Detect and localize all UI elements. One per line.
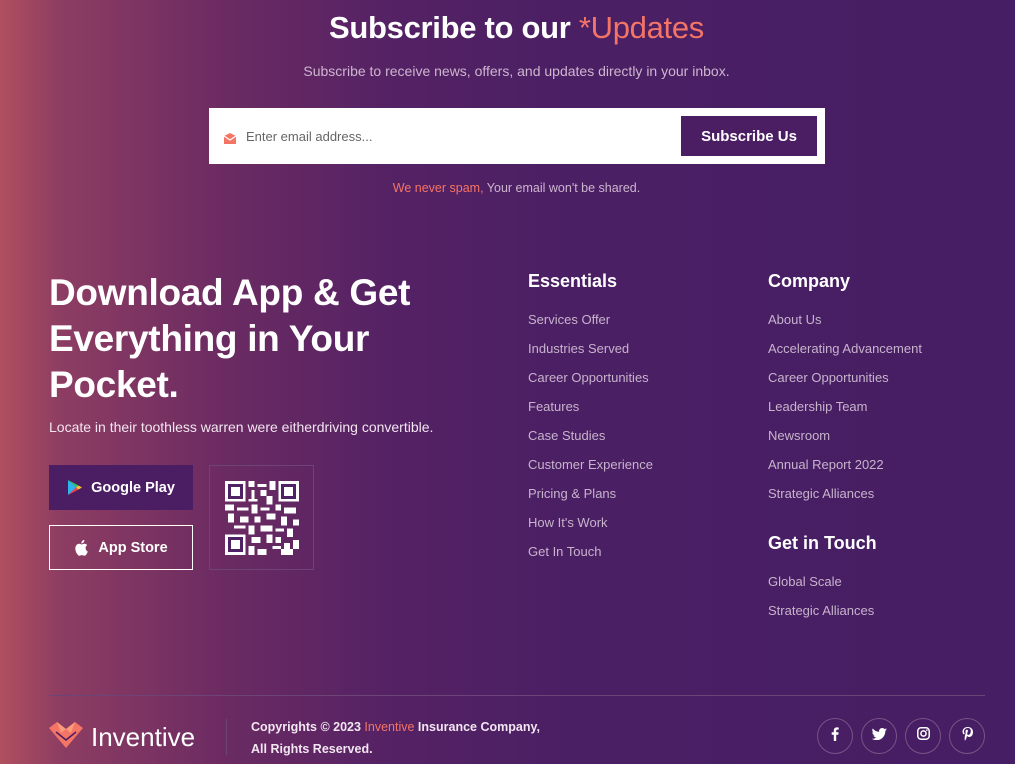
- essentials-link-how-its-work[interactable]: How It's Work: [528, 515, 653, 544]
- spam-note-rest: Your email won't be shared.: [483, 181, 641, 195]
- company-link-annual-report[interactable]: Annual Report 2022: [768, 457, 922, 486]
- essentials-link-get-in-touch[interactable]: Get In Touch: [528, 544, 653, 573]
- logo-text: Inventive: [91, 722, 196, 752]
- get-in-touch-list: Global Scale Strategic Alliances: [768, 574, 874, 632]
- essentials-link-customer-experience[interactable]: Customer Experience: [528, 457, 653, 486]
- twitter-icon: [871, 727, 887, 745]
- subscribe-title-accent: *Updates: [578, 10, 704, 45]
- company-title: Company: [768, 271, 851, 291]
- company-link-newsroom[interactable]: Newsroom: [768, 428, 922, 457]
- instagram-link[interactable]: [905, 718, 941, 754]
- qr-code: [209, 465, 314, 570]
- company-link-about-us[interactable]: About Us: [768, 312, 922, 341]
- subscribe-title: Subscribe to our *Updates: [0, 10, 1015, 46]
- essentials-link-case-studies[interactable]: Case Studies: [528, 428, 653, 457]
- spam-note-warning: We never spam,: [392, 181, 484, 195]
- company-link-accelerating-advancement[interactable]: Accelerating Advancement: [768, 341, 922, 370]
- pinterest-icon: [962, 726, 973, 746]
- apple-icon: [74, 539, 90, 556]
- get-in-touch-title: Get in Touch: [768, 533, 877, 553]
- google-play-icon: [67, 479, 83, 496]
- essentials-link-industries-served[interactable]: Industries Served: [528, 341, 653, 370]
- copyright-suffix: Insurance Company,: [414, 720, 540, 734]
- copyright-prefix: Copyrights © 2023: [251, 720, 365, 734]
- app-store-label: App Store: [98, 539, 168, 556]
- pinterest-link[interactable]: [949, 718, 985, 754]
- copyright-line: Copyrights © 2023 Inventive Insurance Co…: [251, 716, 540, 738]
- google-play-label: Google Play: [91, 479, 175, 496]
- app-store-button[interactable]: App Store: [49, 525, 193, 570]
- essentials-link-services-offer[interactable]: Services Offer: [528, 312, 653, 341]
- touch-link-global-scale[interactable]: Global Scale: [768, 574, 874, 603]
- envelope-icon: [223, 131, 237, 144]
- google-play-button[interactable]: Google Play: [49, 465, 193, 510]
- logo-mark-icon: [49, 722, 83, 753]
- essentials-link-features[interactable]: Features: [528, 399, 653, 428]
- essentials-link-career-opportunities[interactable]: Career Opportunities: [528, 370, 653, 399]
- essentials-list: Services Offer Industries Served Career …: [528, 312, 653, 573]
- subscribe-form: Subscribe Us: [209, 108, 825, 164]
- copyright-brand: Inventive: [364, 720, 415, 734]
- spam-note: We never spam, Your email won't be share…: [0, 181, 1015, 195]
- essentials-title: Essentials: [528, 271, 618, 291]
- subscribe-subtitle: Subscribe to receive news, offers, and u…: [303, 63, 730, 79]
- app-download-title: Download App & Get Everything in Your Po…: [49, 272, 411, 405]
- email-input[interactable]: [246, 128, 681, 144]
- app-download-description: Locate in their toothless warren were ei…: [49, 419, 434, 435]
- twitter-link[interactable]: [861, 718, 897, 754]
- footer-divider: [49, 695, 985, 696]
- logo-divider: [226, 719, 227, 755]
- instagram-icon: [916, 727, 930, 745]
- rights-reserved: All Rights Reserved.: [251, 742, 373, 756]
- logo[interactable]: Inventive: [49, 722, 195, 753]
- facebook-link[interactable]: [817, 718, 853, 754]
- essentials-link-pricing-plans[interactable]: Pricing & Plans: [528, 486, 653, 515]
- company-list: About Us Accelerating Advancement Career…: [768, 312, 922, 515]
- company-link-leadership-team[interactable]: Leadership Team: [768, 399, 922, 428]
- company-link-strategic-alliances[interactable]: Strategic Alliances: [768, 486, 922, 515]
- company-link-career-opportunities[interactable]: Career Opportunities: [768, 370, 922, 399]
- subscribe-title-main: Subscribe to our: [329, 10, 571, 45]
- touch-link-strategic-alliances[interactable]: Strategic Alliances: [768, 603, 874, 632]
- copyright: Copyrights © 2023 Inventive Insurance Co…: [251, 716, 540, 760]
- facebook-icon: [831, 726, 839, 746]
- subscribe-button[interactable]: Subscribe Us: [681, 116, 817, 156]
